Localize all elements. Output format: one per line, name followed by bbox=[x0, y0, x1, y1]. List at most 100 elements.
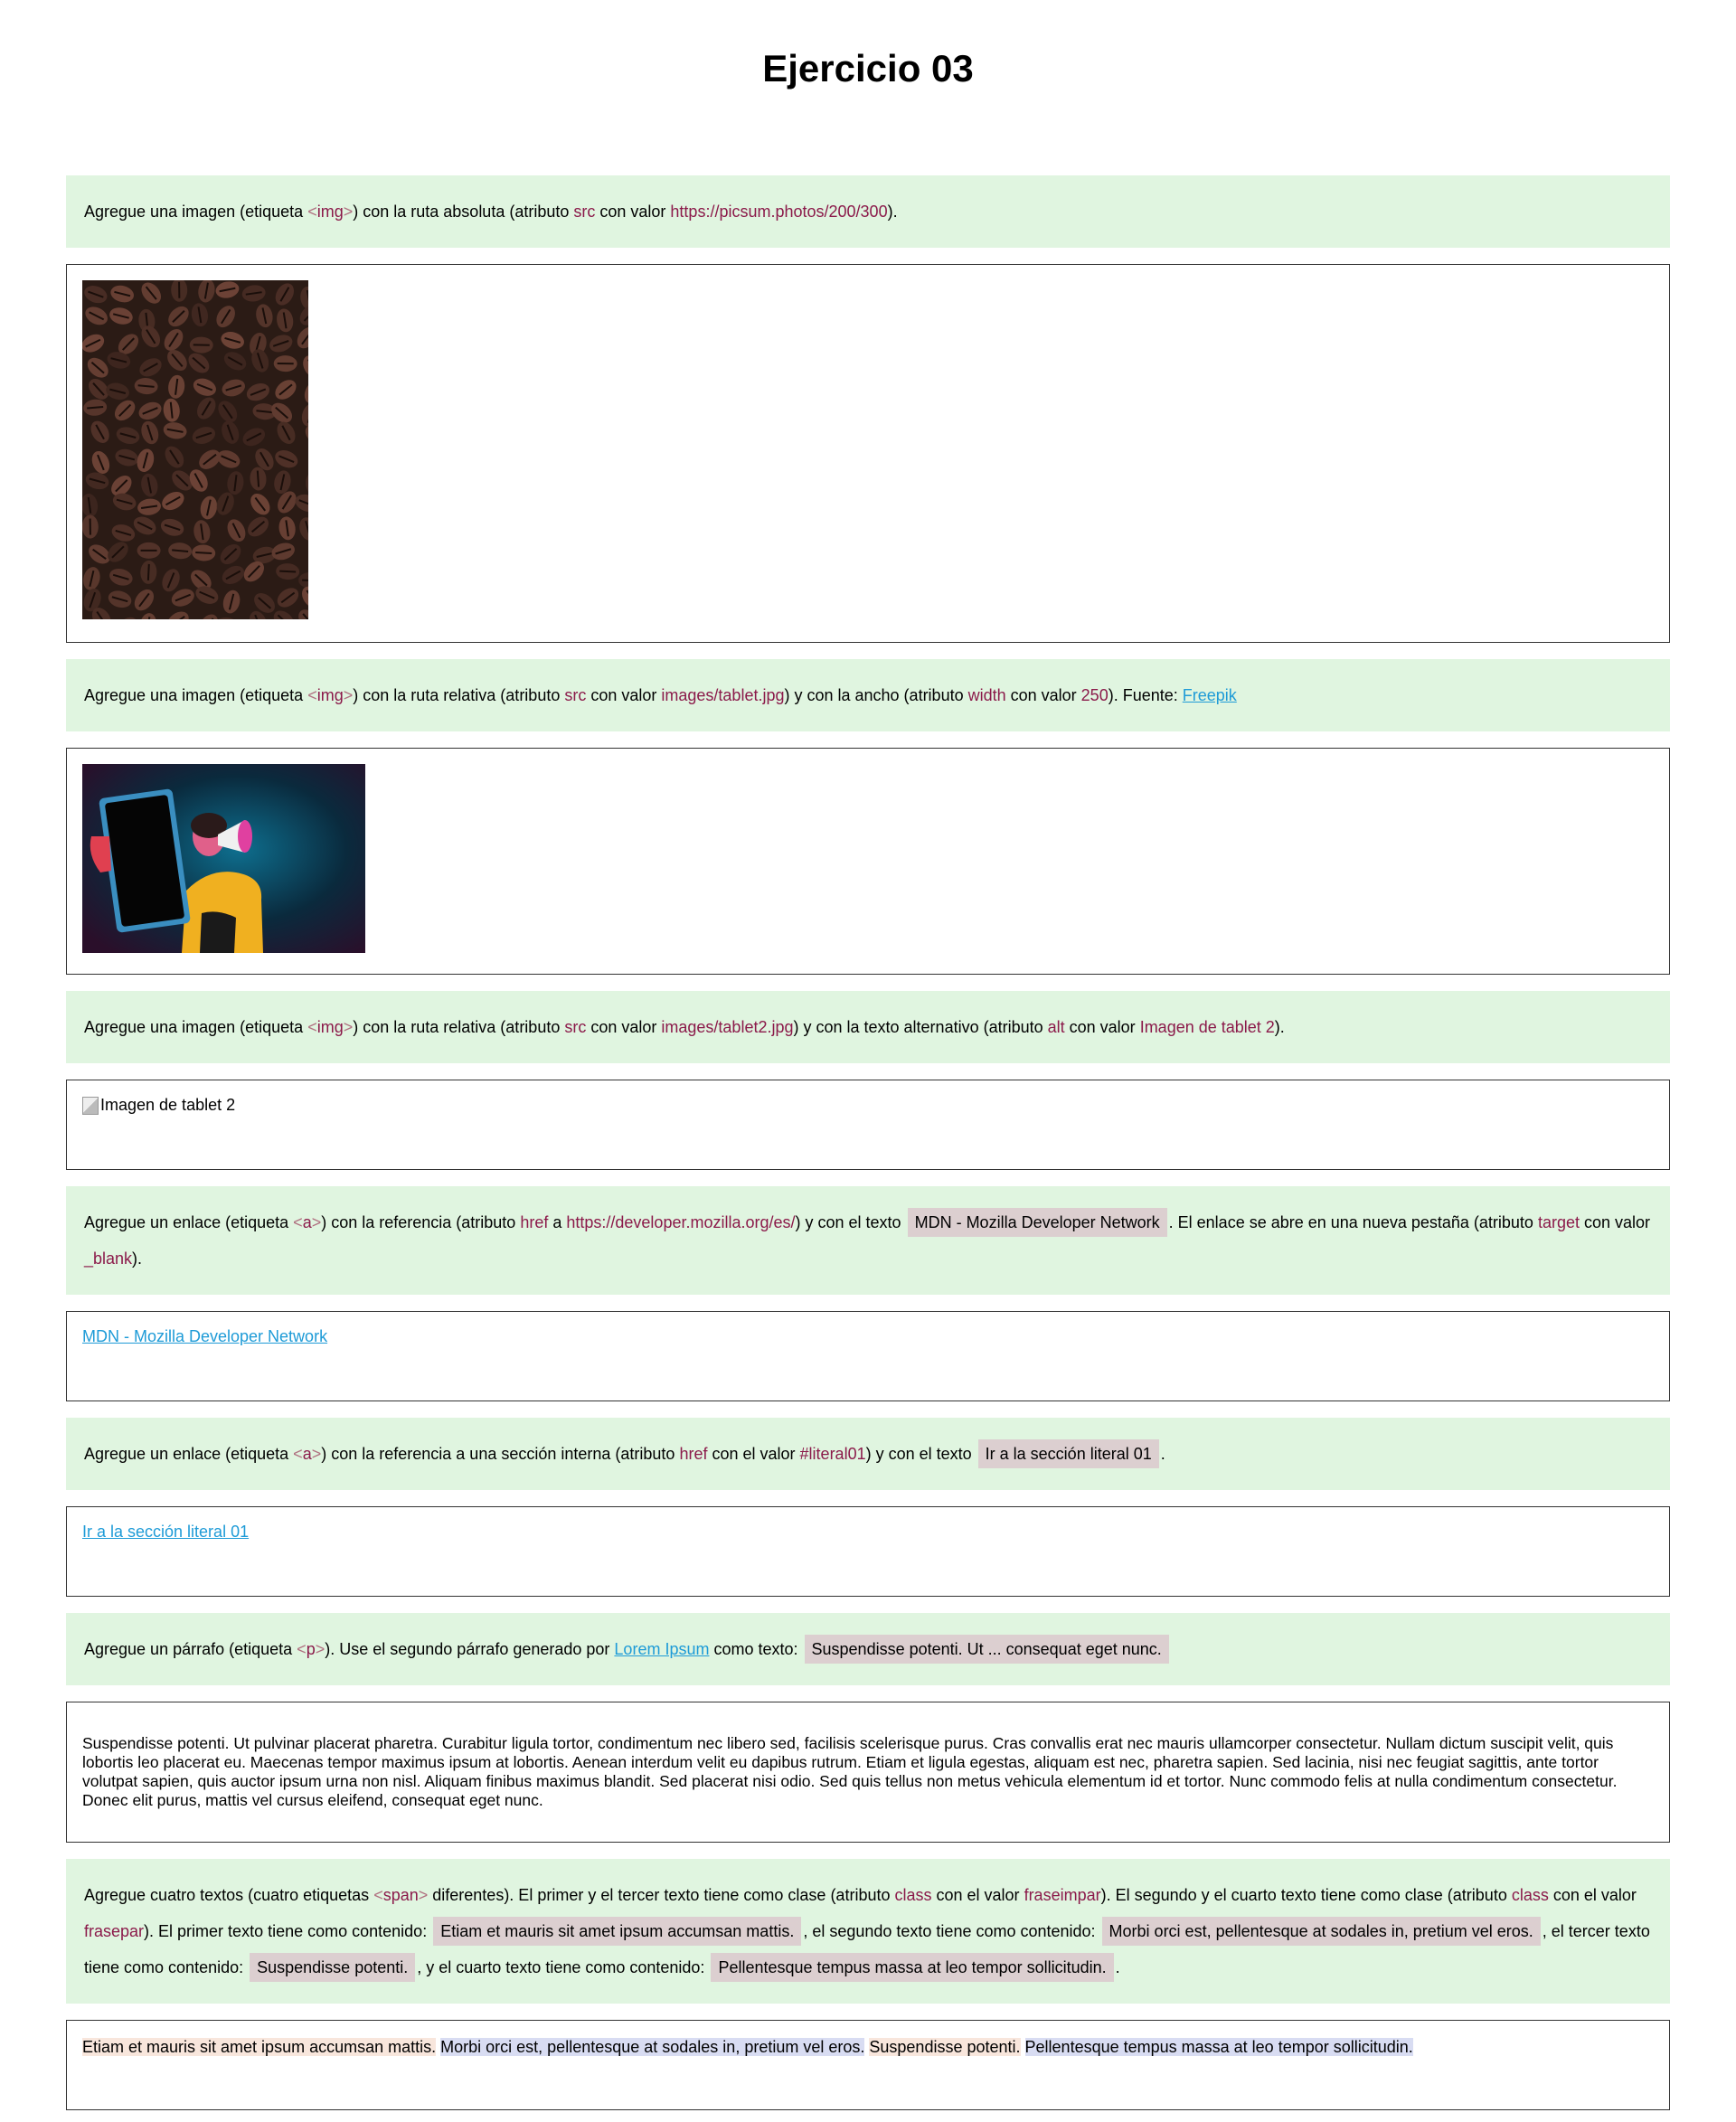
task-text: ) con la ruta absoluta (atributo bbox=[353, 203, 574, 221]
quoted-text: Morbi orci est, pellentesque at sodales … bbox=[1101, 1917, 1541, 1946]
quoted-text: Suspendisse potenti. Ut ... consequat eg… bbox=[804, 1635, 1169, 1664]
task-text: ) y con el texto bbox=[795, 1213, 906, 1231]
attr-name: class bbox=[1511, 1886, 1549, 1904]
task-text: con valor bbox=[1005, 686, 1081, 704]
attr-value: Imagen de tablet 2 bbox=[1139, 1018, 1275, 1036]
task-text: . bbox=[1160, 1445, 1165, 1463]
quoted-text: Suspendisse potenti. bbox=[250, 1953, 416, 1982]
attr-value: images/tablet.jpg bbox=[661, 686, 785, 704]
attr-name: src bbox=[564, 686, 587, 704]
task-1-instructions: Agregue una imagen (etiqueta <img>) con … bbox=[66, 175, 1670, 248]
task-text: Agregue una imagen (etiqueta bbox=[84, 203, 308, 221]
mdn-link[interactable]: MDN - Mozilla Developer Network bbox=[82, 1327, 327, 1345]
tag-bracket: > bbox=[311, 1213, 322, 1231]
attr-name: width bbox=[967, 686, 1006, 704]
task-text: Agregue cuatro textos (cuatro etiquetas bbox=[84, 1886, 374, 1904]
task-text: ) y con la ancho (atributo bbox=[784, 686, 968, 704]
lorem-paragraph: Suspendisse potenti. Ut pulvinar placera… bbox=[82, 1734, 1618, 1809]
tag-bracket: < bbox=[307, 686, 317, 704]
attr-name: class bbox=[894, 1886, 932, 1904]
quoted-text: MDN - Mozilla Developer Network bbox=[907, 1208, 1167, 1237]
task-text: ). bbox=[132, 1250, 143, 1268]
attr-name: src bbox=[573, 203, 596, 221]
attr-value: https://developer.mozilla.org/es/ bbox=[566, 1213, 796, 1231]
task-text: Agregue un enlace (etiqueta bbox=[84, 1213, 294, 1231]
lorem-ipsum-link[interactable]: Lorem Ipsum bbox=[614, 1640, 709, 1658]
task-text: ). Fuente: bbox=[1108, 686, 1183, 704]
tag-bracket: > bbox=[343, 1018, 354, 1036]
task-text: ) con la referencia a una sección intern… bbox=[321, 1445, 680, 1463]
task-text: ) con la ruta relativa (atributo bbox=[353, 686, 565, 704]
task-text: con valor bbox=[586, 686, 662, 704]
tag-bracket: > bbox=[315, 1640, 326, 1658]
task-text: con el valor bbox=[707, 1445, 800, 1463]
image-alt-text: Imagen de tablet 2 bbox=[100, 1096, 236, 1114]
task-2-instructions: Agregue una imagen (etiqueta <img>) con … bbox=[66, 659, 1670, 731]
task-text: como texto: bbox=[709, 1640, 803, 1658]
task-text: ) con la referencia (atributo bbox=[321, 1213, 521, 1231]
coffee-beans-image bbox=[82, 280, 308, 619]
attr-name: src bbox=[564, 1018, 587, 1036]
task-text: , el segundo texto tiene como contenido: bbox=[803, 1922, 1100, 1940]
tag-name: a bbox=[302, 1213, 312, 1231]
task-text: Agregue una imagen (etiqueta bbox=[84, 686, 308, 704]
task-1-result bbox=[66, 264, 1670, 643]
task-text: ). bbox=[887, 203, 898, 221]
task-text: ). El segundo y el cuarto texto tiene co… bbox=[1100, 1886, 1512, 1904]
task-3-instructions: Agregue una imagen (etiqueta <img>) con … bbox=[66, 991, 1670, 1063]
tag-bracket: > bbox=[343, 203, 354, 221]
quoted-text: Pellentesque tempus massa at leo tempor … bbox=[711, 1953, 1114, 1982]
tag-bracket: < bbox=[293, 1445, 303, 1463]
task-text: Agregue una imagen (etiqueta bbox=[84, 1018, 308, 1036]
attr-value: 250 bbox=[1080, 686, 1109, 704]
section-link[interactable]: Ir a la sección literal 01 bbox=[82, 1523, 249, 1541]
task-4-instructions: Agregue un enlace (etiqueta <a>) con la … bbox=[66, 1186, 1670, 1295]
task-text: ) con la ruta relativa (atributo bbox=[353, 1018, 565, 1036]
task-text: con valor bbox=[1064, 1018, 1140, 1036]
tag-bracket: < bbox=[293, 1213, 303, 1231]
task-text: ). Use el segundo párrafo generado por bbox=[325, 1640, 615, 1658]
page: Ejercicio 03 Agregue una imagen (etiquet… bbox=[0, 0, 1736, 2110]
task-3-result: Imagen de tablet 2 bbox=[66, 1080, 1670, 1170]
task-text: . El enlace se abre en una nueva pestaña… bbox=[1168, 1213, 1538, 1231]
task-text: con valor bbox=[595, 203, 671, 221]
task-text: diferentes). El primer y el tercer texto… bbox=[428, 1886, 895, 1904]
span-frasepar-2: Pellentesque tempus massa at leo tempor … bbox=[1024, 2038, 1413, 2056]
tag-bracket: < bbox=[307, 203, 317, 221]
task-4-result: MDN - Mozilla Developer Network bbox=[66, 1311, 1670, 1401]
task-text: Agregue un enlace (etiqueta bbox=[84, 1445, 294, 1463]
task-text: a bbox=[548, 1213, 567, 1231]
span-fraseimpar-2: Suspendisse potenti. bbox=[869, 2038, 1021, 2056]
page-title: Ejercicio 03 bbox=[762, 47, 974, 90]
attr-value: #literal01 bbox=[799, 1445, 866, 1463]
task-7-result: Etiam et mauris sit amet ipsum accumsan … bbox=[66, 2020, 1670, 2110]
attr-name: alt bbox=[1047, 1018, 1065, 1036]
attr-value: images/tablet2.jpg bbox=[661, 1018, 794, 1036]
tablet-photo-illustration bbox=[82, 764, 365, 953]
tag-name: span bbox=[382, 1886, 419, 1904]
task-text: con valor bbox=[586, 1018, 662, 1036]
attr-value: _blank bbox=[84, 1250, 133, 1268]
task-6-instructions: Agregue un párrafo (etiqueta <p>). Use e… bbox=[66, 1613, 1670, 1685]
task-text: . bbox=[1115, 1958, 1120, 1976]
attr-value: frasepar bbox=[84, 1922, 145, 1940]
freepik-link[interactable]: Freepik bbox=[1183, 686, 1237, 704]
attr-name: href bbox=[679, 1445, 708, 1463]
tag-bracket: > bbox=[418, 1886, 429, 1904]
quoted-text: Ir a la sección literal 01 bbox=[977, 1439, 1159, 1468]
attr-value: fraseimpar bbox=[1024, 1886, 1101, 1904]
tag-bracket: < bbox=[373, 1886, 383, 1904]
tag-name: a bbox=[302, 1445, 312, 1463]
broken-image-icon bbox=[82, 1096, 99, 1115]
tag-bracket: > bbox=[311, 1445, 322, 1463]
span-frasepar-1: Morbi orci est, pellentesque at sodales … bbox=[440, 2038, 865, 2056]
task-text: ). El primer texto tiene como contenido: bbox=[144, 1922, 432, 1940]
task-text: ) y con la texto alternativo (atributo bbox=[793, 1018, 1048, 1036]
task-6-result: Suspendisse potenti. Ut pulvinar placera… bbox=[66, 1702, 1670, 1843]
tag-name: img bbox=[316, 686, 344, 704]
tag-bracket: > bbox=[343, 686, 354, 704]
task-text: con valor bbox=[1579, 1213, 1651, 1231]
quoted-text: Etiam et mauris sit amet ipsum accumsan … bbox=[433, 1917, 802, 1946]
task-7-instructions: Agregue cuatro textos (cuatro etiquetas … bbox=[66, 1859, 1670, 2004]
tablet-megaphone-image bbox=[82, 764, 365, 953]
